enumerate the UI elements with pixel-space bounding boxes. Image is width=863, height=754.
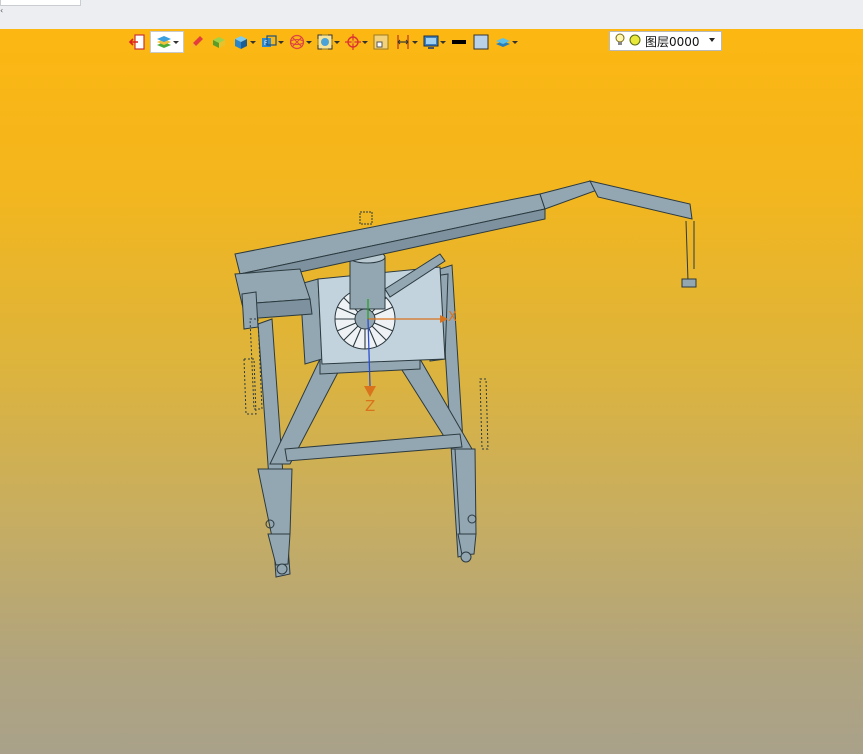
crane-model[interactable]: X Z	[0, 29, 863, 754]
wheel	[460, 551, 472, 563]
jib-main	[234, 193, 546, 275]
wheel	[276, 563, 288, 575]
left-foot	[257, 468, 293, 538]
title-strip: ‹	[0, 0, 863, 30]
chevron-left-icon[interactable]: ‹	[0, 7, 4, 15]
z-axis-label: Z	[365, 397, 375, 415]
hook-block	[681, 278, 697, 288]
left-wheel-block	[267, 533, 291, 566]
cross-beam	[284, 433, 463, 462]
document-tab[interactable]	[0, 0, 81, 6]
jib-tip	[589, 180, 693, 220]
3d-viewport[interactable]: F 图层0000 X Z	[0, 29, 863, 754]
x-axis-label: X	[448, 310, 457, 325]
